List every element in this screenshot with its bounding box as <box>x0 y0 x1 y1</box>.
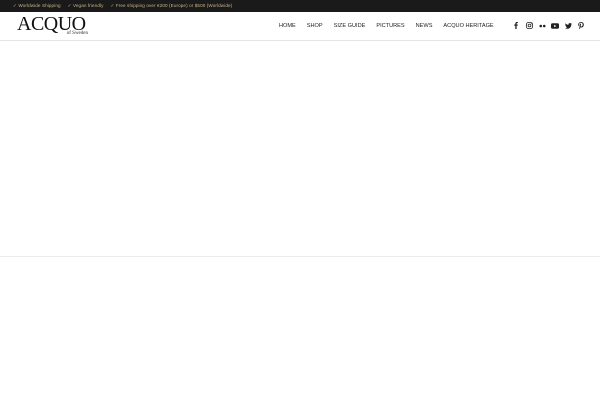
content-section <box>0 257 600 400</box>
site-header: ACQUO of Sweden HOME SHOP SIZE GUIDE PIC… <box>0 12 600 41</box>
nav-shop[interactable]: SHOP <box>307 23 323 29</box>
nav-acquo-heritage[interactable]: ACQUO HERITAGE <box>443 23 493 29</box>
pinterest-icon[interactable] <box>577 21 585 30</box>
site-logo[interactable]: ACQUO of Sweden <box>17 14 89 39</box>
flickr-icon[interactable] <box>538 21 546 30</box>
twitter-icon[interactable] <box>564 21 572 30</box>
nav-pictures[interactable]: PICTURES <box>376 23 404 29</box>
instagram-icon[interactable] <box>525 21 533 30</box>
france-flag-icon[interactable] <box>537 3 545 9</box>
sweden-flag-icon[interactable] <box>581 3 589 9</box>
top-announcement-bar: ✓ Worldwide Shipping ✓ Vegan friendly ✓ … <box>0 0 600 12</box>
usp-list: ✓ Worldwide Shipping ✓ Vegan friendly ✓ … <box>0 3 239 9</box>
uk-flag-icon[interactable] <box>526 3 534 9</box>
italy-flag-icon[interactable] <box>559 3 567 9</box>
hero-section <box>0 41 600 256</box>
usp-worldwide-shipping: ✓ Worldwide Shipping <box>13 3 61 8</box>
youtube-icon[interactable] <box>551 21 559 30</box>
social-links <box>512 21 585 30</box>
facebook-icon[interactable] <box>512 21 520 30</box>
spain-flag-icon[interactable] <box>570 3 578 9</box>
nav-home[interactable]: HOME <box>279 23 296 29</box>
nav-size-guide[interactable]: SIZE GUIDE <box>334 23 366 29</box>
germany-flag-icon[interactable] <box>548 3 556 9</box>
main-navigation: HOME SHOP SIZE GUIDE PICTURES NEWS ACQUO… <box>279 12 505 40</box>
usp-free-shipping: ✓ Free shipping over €200 (Europe) or $5… <box>110 3 233 8</box>
nav-news[interactable]: NEWS <box>416 23 433 29</box>
logo-tagline: of Sweden <box>66 31 88 36</box>
language-switcher <box>526 3 589 9</box>
usp-vegan-friendly: ✓ Vegan friendly <box>67 3 104 8</box>
